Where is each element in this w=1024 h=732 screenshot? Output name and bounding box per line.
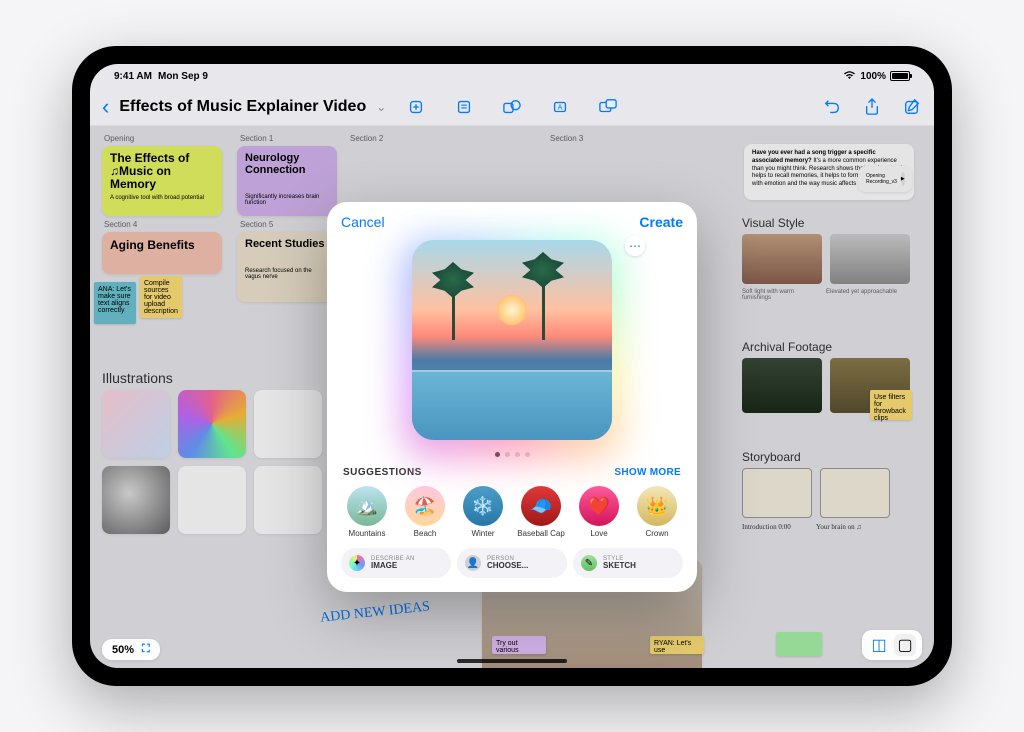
status-time: 9:41 AM <box>114 71 152 82</box>
archival-title: Archival Footage <box>742 340 912 354</box>
suggestion-icon: ❄️ <box>463 486 503 526</box>
card-section1[interactable]: Neurology Connection Significantly incre… <box>237 146 337 216</box>
storyboard-frame-1[interactable] <box>742 468 812 518</box>
illustrations-title: Illustrations <box>102 370 173 386</box>
battery-percent: 100% <box>860 71 886 82</box>
suggestion-label: Winter <box>471 529 494 538</box>
suggestion-love[interactable]: ❤️ Love <box>573 486 625 538</box>
suggestion-label: Mountains <box>349 529 386 538</box>
show-more-button[interactable]: SHOW MORE <box>614 467 681 478</box>
note-icon[interactable] <box>454 97 474 117</box>
compose-icon[interactable] <box>902 97 922 117</box>
storyboard-title: Storyboard <box>742 450 912 464</box>
share-icon[interactable] <box>862 97 882 117</box>
play-icon[interactable]: ▶ <box>901 172 905 186</box>
illustration-6[interactable] <box>254 466 322 534</box>
suggestion-label: Baseball Cap <box>517 529 565 538</box>
section-label: Section 1 <box>240 134 273 143</box>
image-playground-modal: Cancel Create ⋯ SUGGESTIONS <box>327 202 697 592</box>
wifi-icon <box>843 70 856 83</box>
section-label: Section 4 <box>104 220 137 229</box>
generated-image-preview[interactable] <box>412 240 612 440</box>
illustration-3[interactable] <box>254 390 322 458</box>
suggestions-row: 🏔️ Mountains 🏖️ Beach ❄️ Winter 🧢 Baseball Cap ❤… <box>341 486 683 538</box>
sticky-throwback[interactable]: Use filters for throwback clips <box>870 390 912 420</box>
suggestion-label: Beach <box>414 529 437 538</box>
card-section4[interactable]: Aging Benefits <box>102 232 222 274</box>
storyboard-frame-2[interactable] <box>820 468 890 518</box>
suggestion-icon: 🏖️ <box>405 486 445 526</box>
minimap-icon[interactable]: ◫ <box>868 634 890 656</box>
handwriting-note: ADD NEW IDEAS <box>319 599 430 626</box>
status-bar: 9:41 AM Mon Sep 9 100% <box>90 64 934 88</box>
card-section5[interactable]: Recent Studies Research focused on the v… <box>237 232 337 302</box>
archival-img-1[interactable] <box>742 358 822 413</box>
illustration-4[interactable] <box>102 466 170 534</box>
suggestion-beach[interactable]: 🏖️ Beach <box>399 486 451 538</box>
recording-chip[interactable]: Opening Recording_v3 ▶ <box>858 166 912 192</box>
home-indicator[interactable] <box>457 659 567 663</box>
status-date: Mon Sep 9 <box>158 71 208 82</box>
nav-bar: ‹ Effects of Music Explainer Video ⌄ A <box>90 88 934 126</box>
title-chevron-icon[interactable]: ⌄ <box>376 100 386 114</box>
sticky-green[interactable] <box>776 632 822 656</box>
section-label: Section 3 <box>550 134 583 143</box>
suggestion-mountains[interactable]: 🏔️ Mountains <box>341 486 393 538</box>
undo-icon[interactable] <box>822 97 842 117</box>
minimap-control[interactable]: ◫ ▢ <box>862 630 922 660</box>
media-icon[interactable] <box>598 97 618 117</box>
more-icon[interactable]: ⋯ <box>625 236 645 256</box>
text-icon[interactable]: A <box>550 97 570 117</box>
section-label: Opening <box>104 134 134 143</box>
zoom-value: 50% <box>112 644 134 656</box>
suggestion-icon: 🏔️ <box>347 486 387 526</box>
minimap-toggle-icon[interactable]: ▢ <box>894 634 916 656</box>
suggestion-winter[interactable]: ❄️ Winter <box>457 486 509 538</box>
page-title[interactable]: Effects of Music Explainer Video <box>119 98 366 116</box>
sticky-teal[interactable]: ANA: Let's make sure text aligns correct… <box>94 282 136 324</box>
suggestion-icon: 🧢 <box>521 486 561 526</box>
visual-style-img-2[interactable] <box>830 234 910 284</box>
illustration-1[interactable] <box>102 390 170 458</box>
shapes-icon[interactable] <box>502 97 522 117</box>
suggestion-icon: 👑 <box>637 486 677 526</box>
back-button[interactable]: ‹ <box>102 94 109 120</box>
section-label: Section 2 <box>350 134 383 143</box>
describe-image-pill[interactable]: ✦ DESCRIBE AN IMAGE <box>341 548 451 578</box>
illustration-2[interactable] <box>178 390 246 458</box>
person-pill[interactable]: 👤 PERSON CHOOSE... <box>457 548 567 578</box>
sticky-yellow[interactable]: Compile sources for video upload descrip… <box>140 276 182 318</box>
suggestion-icon: ❤️ <box>579 486 619 526</box>
style-icon: ✎ <box>581 555 597 571</box>
visual-style-img-1[interactable] <box>742 234 822 284</box>
sticky-ryan[interactable]: RYAN: Let's use <box>650 636 704 654</box>
illustration-5[interactable] <box>178 466 246 534</box>
suggestion-label: Crown <box>645 529 668 538</box>
sparkle-icon: ✦ <box>349 555 365 571</box>
visual-style-title: Visual Style <box>742 216 912 230</box>
style-pill[interactable]: ✎ STYLE SKETCH <box>573 548 683 578</box>
suggestions-label: SUGGESTIONS <box>343 467 422 478</box>
zoom-fit-icon[interactable]: ⛶ <box>142 643 150 656</box>
person-icon: 👤 <box>465 555 481 571</box>
suggestion-label: Love <box>590 529 607 538</box>
visual-style-panel: Visual Style Soft light with warm furnis… <box>742 216 912 301</box>
suggestion-baseball-cap[interactable]: 🧢 Baseball Cap <box>515 486 567 538</box>
cancel-button[interactable]: Cancel <box>341 214 385 230</box>
zoom-control[interactable]: 50% ⛶ <box>102 639 160 660</box>
add-item-icon[interactable] <box>406 97 426 117</box>
card-opening[interactable]: The Effects of ♫Music on Memory A cognit… <box>102 146 222 216</box>
svg-text:A: A <box>558 102 563 111</box>
storyboard-panel: Storyboard Introduction 0:00 Your brain … <box>742 450 912 531</box>
section-label: Section 5 <box>240 220 273 229</box>
create-button[interactable]: Create <box>639 214 683 230</box>
sticky-tryout[interactable]: Try out various <box>492 636 546 654</box>
suggestion-crown[interactable]: 👑 Crown <box>631 486 683 538</box>
battery-icon <box>890 71 910 81</box>
